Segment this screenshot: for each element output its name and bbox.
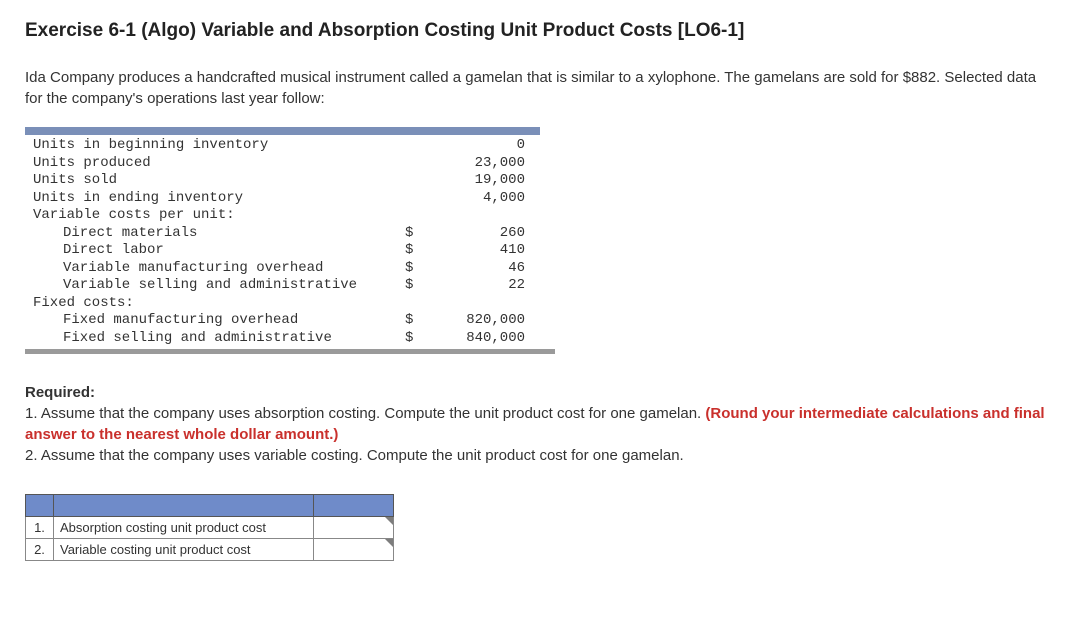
dropdown-indicator-icon [385,539,393,547]
data-row-value [435,295,525,313]
data-row: Variable selling and administrative$22 [25,277,555,295]
data-row-currency: $ [405,260,435,278]
data-row-currency: $ [405,277,435,295]
data-row-value: 19,000 [435,172,525,190]
data-row-currency [405,295,435,313]
data-row: Units in ending inventory 4,000 [25,190,555,208]
data-row-label: Direct materials [25,225,405,243]
data-table: Units in beginning inventory0Units produ… [25,127,555,354]
data-row-label: Units in ending inventory [25,190,405,208]
data-row-value [435,207,525,225]
data-row-currency: $ [405,312,435,330]
data-row-currency [405,155,435,173]
data-row-label: Fixed manufacturing overhead [25,312,405,330]
answer-row-label: Variable costing unit product cost [54,539,314,561]
data-row-label: Units sold [25,172,405,190]
data-row-currency [405,190,435,208]
header-blank-2 [54,495,314,517]
data-row-currency: $ [405,330,435,348]
data-row: Fixed manufacturing overhead$820,000 [25,312,555,330]
data-row-label: Fixed selling and administrative [25,330,405,348]
data-row-value: 840,000 [435,330,525,348]
data-row-value: 22 [435,277,525,295]
data-row-label: Units in beginning inventory [25,137,405,155]
exercise-title: Exercise 6-1 (Algo) Variable and Absorpt… [25,20,1049,42]
data-row-value: 260 [435,225,525,243]
required-item-2: 2. Assume that the company uses variable… [25,445,1049,466]
required-heading: Required: [25,384,1049,401]
data-row-currency: $ [405,225,435,243]
data-row-label: Direct labor [25,242,405,260]
data-row: Variable costs per unit: [25,207,555,225]
data-row-value: 4,000 [435,190,525,208]
answer-row-number: 1. [26,517,54,539]
data-row: Units sold 19,000 [25,172,555,190]
answer-row-label: Absorption costing unit product cost [54,517,314,539]
data-row-value: 820,000 [435,312,525,330]
data-row-label: Units produced [25,155,405,173]
intro-paragraph: Ida Company produces a handcrafted music… [25,67,1049,109]
data-row: Direct labor$410 [25,242,555,260]
answer-input-cell[interactable] [314,539,394,561]
data-row-label: Fixed costs: [25,295,405,313]
data-row-value: 46 [435,260,525,278]
required-item-1: 1. Assume that the company uses absorpti… [25,403,1049,445]
data-row-value: 23,000 [435,155,525,173]
answer-table-header-row [26,495,394,517]
data-row-currency [405,207,435,225]
answer-row: 2.Variable costing unit product cost [26,539,394,561]
required-item-1-text: 1. Assume that the company uses absorpti… [25,405,705,422]
data-row: Fixed costs: [25,295,555,313]
header-blank-1 [26,495,54,517]
data-row: Units produced 23,000 [25,155,555,173]
answer-row-number: 2. [26,539,54,561]
data-row-label: Variable selling and administrative [25,277,405,295]
data-row-currency [405,137,435,155]
table-top-bar [25,127,540,135]
data-row: Fixed selling and administrative$840,000 [25,330,555,348]
answer-input-cell[interactable] [314,517,394,539]
required-section: Required: 1. Assume that the company use… [25,384,1049,466]
data-row-value: 0 [435,137,525,155]
data-row-label: Variable costs per unit: [25,207,405,225]
data-row-currency [405,172,435,190]
data-row-value: 410 [435,242,525,260]
data-row: Direct materials$260 [25,225,555,243]
table-bottom-bar [25,349,555,354]
data-row: Variable manufacturing overhead$46 [25,260,555,278]
dropdown-indicator-icon [385,517,393,525]
answer-row: 1.Absorption costing unit product cost [26,517,394,539]
data-row: Units in beginning inventory 0 [25,137,555,155]
data-row-currency: $ [405,242,435,260]
header-blank-3 [314,495,394,517]
answer-table: 1.Absorption costing unit product cost2.… [25,494,394,561]
data-row-label: Variable manufacturing overhead [25,260,405,278]
